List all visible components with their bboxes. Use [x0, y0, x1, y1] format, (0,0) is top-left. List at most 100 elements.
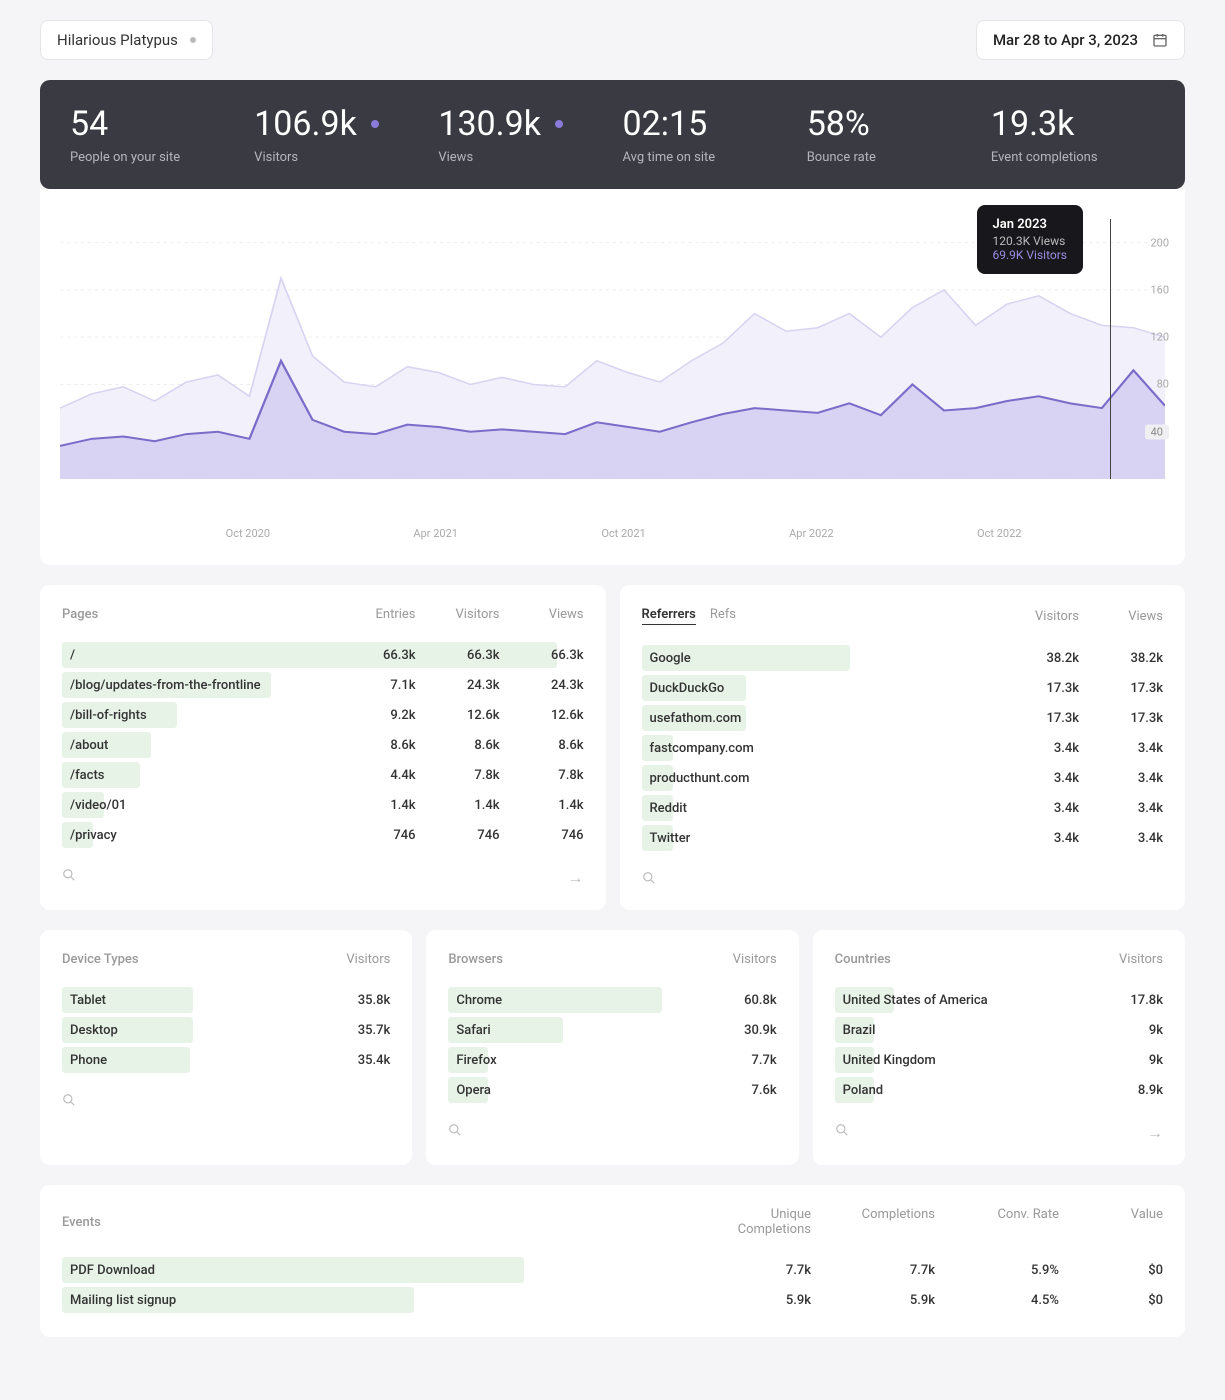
- events-card: Events Unique CompletionsCompletionsConv…: [40, 1185, 1185, 1337]
- metric-value[interactable]: 58%: [807, 104, 971, 144]
- referrer-row[interactable]: Twitter3.4k3.4k: [642, 823, 1164, 853]
- search-icon[interactable]: [642, 871, 656, 885]
- column-header[interactable]: Entries: [356, 607, 416, 622]
- row-value: 66.3k: [440, 648, 500, 663]
- arrow-right-icon[interactable]: →: [568, 868, 584, 888]
- metric-dot-icon: [371, 120, 379, 128]
- tab-refs[interactable]: Refs: [710, 607, 736, 625]
- column-header[interactable]: Visitors: [440, 607, 500, 622]
- metric-value[interactable]: 02:15: [623, 104, 787, 144]
- referrer-row[interactable]: Reddit3.4k3.4k: [642, 793, 1164, 823]
- metric-dot-icon: [555, 120, 563, 128]
- referrer-row[interactable]: Google38.2k38.2k: [642, 643, 1164, 673]
- metric-label: People on your site: [70, 150, 234, 165]
- event-row[interactable]: Mailing list signup5.9k5.9k4.5%$0: [62, 1285, 1163, 1315]
- search-icon[interactable]: [835, 1123, 849, 1143]
- row-value: 5.9k: [711, 1293, 811, 1308]
- calendar-icon: [1152, 32, 1168, 48]
- x-tick: Apr 2022: [789, 527, 834, 540]
- row-label: Brazil: [835, 1023, 876, 1038]
- page-row[interactable]: /66.3k66.3k66.3k: [62, 640, 584, 670]
- search-icon[interactable]: [62, 868, 76, 888]
- arrow-right-icon[interactable]: →: [1147, 1123, 1163, 1143]
- row-value: 35.8k: [330, 993, 390, 1008]
- country-row[interactable]: Brazil9k: [835, 1015, 1163, 1045]
- page-row[interactable]: /bill-of-rights9.2k12.6k12.6k: [62, 700, 584, 730]
- metric-label: Event completions: [991, 150, 1155, 165]
- page-row[interactable]: /facts4.4k7.8k7.8k: [62, 760, 584, 790]
- page-row[interactable]: /privacy746746746: [62, 820, 584, 850]
- column-header[interactable]: Value: [1083, 1207, 1163, 1237]
- metric-value[interactable]: 54: [70, 104, 234, 144]
- column-header[interactable]: Views: [1103, 609, 1163, 624]
- metric-value[interactable]: 19.3k: [991, 104, 1155, 144]
- row-value: 24.3k: [524, 678, 584, 693]
- page-row[interactable]: /video/011.4k1.4k1.4k: [62, 790, 584, 820]
- row-label: Firefox: [448, 1053, 496, 1068]
- metric-value[interactable]: 130.9k: [438, 104, 602, 144]
- column-header[interactable]: Conv. Rate: [959, 1207, 1059, 1237]
- referrer-row[interactable]: producthunt.com3.4k3.4k: [642, 763, 1164, 793]
- row-value: 4.5%: [959, 1293, 1059, 1308]
- summary-bar: 54People on your site106.9kVisitors130.9…: [40, 80, 1185, 189]
- row-label: Phone: [62, 1053, 107, 1068]
- row-value: 746: [356, 828, 416, 843]
- tooltip-views: 120.3K Views: [993, 234, 1067, 248]
- row-label: /privacy: [62, 828, 117, 843]
- row-label: Safari: [448, 1023, 490, 1038]
- browser-row[interactable]: Firefox7.7k: [448, 1045, 776, 1075]
- row-label: Tablet: [62, 993, 106, 1008]
- referrer-row[interactable]: usefathom.com17.3k17.3k: [642, 703, 1164, 733]
- row-value: 3.4k: [1103, 801, 1163, 816]
- page-row[interactable]: /about8.6k8.6k8.6k: [62, 730, 584, 760]
- traffic-chart-card: 2001601208040 Jan 2023 120.3K Views 69.9…: [40, 189, 1185, 565]
- row-label: DuckDuckGo: [642, 681, 725, 696]
- browser-row[interactable]: Safari30.9k: [448, 1015, 776, 1045]
- site-name: Hilarious Platypus: [57, 31, 178, 49]
- row-value: 3.4k: [1019, 801, 1079, 816]
- x-tick: Apr 2021: [413, 527, 458, 540]
- metric-value[interactable]: 106.9k: [254, 104, 418, 144]
- row-label: /blog/updates-from-the-frontline: [62, 678, 261, 693]
- row-value: 35.7k: [330, 1023, 390, 1038]
- device-row[interactable]: Phone35.4k: [62, 1045, 390, 1075]
- y-tick: 80: [1157, 378, 1169, 391]
- row-value: 3.4k: [1103, 741, 1163, 756]
- tooltip-title: Jan 2023: [993, 217, 1067, 232]
- row-value: 9k: [1103, 1053, 1163, 1068]
- row-value: 9.2k: [356, 708, 416, 723]
- browsers-title: Browsers: [448, 952, 503, 967]
- column-header[interactable]: Views: [524, 607, 584, 622]
- event-row[interactable]: PDF Download7.7k7.7k5.9%$0: [62, 1255, 1163, 1285]
- row-value: 17.3k: [1019, 681, 1079, 696]
- country-row[interactable]: Poland8.9k: [835, 1075, 1163, 1105]
- search-icon[interactable]: [448, 1123, 462, 1137]
- country-row[interactable]: United States of America17.8k: [835, 985, 1163, 1015]
- countries-title: Countries: [835, 952, 891, 967]
- device-row[interactable]: Desktop35.7k: [62, 1015, 390, 1045]
- row-label: Opera: [448, 1083, 491, 1098]
- column-header[interactable]: Completions: [835, 1207, 935, 1237]
- referrer-row[interactable]: fastcompany.com3.4k3.4k: [642, 733, 1164, 763]
- row-label: Poland: [835, 1083, 883, 1098]
- y-tick: 160: [1150, 283, 1169, 296]
- x-tick: Oct 2020: [226, 527, 270, 540]
- tab-referrers[interactable]: Referrers: [642, 607, 696, 625]
- device-row[interactable]: Tablet 35.8k: [62, 985, 390, 1015]
- site-selector[interactable]: Hilarious Platypus: [40, 20, 213, 60]
- referrer-row[interactable]: DuckDuckGo17.3k17.3k: [642, 673, 1164, 703]
- column-header[interactable]: Unique Completions: [711, 1207, 811, 1237]
- search-icon[interactable]: [62, 1093, 76, 1107]
- y-tick: 200: [1150, 236, 1169, 249]
- date-range-picker[interactable]: Mar 28 to Apr 3, 2023: [976, 20, 1185, 60]
- row-value: $0: [1083, 1293, 1163, 1308]
- page-row[interactable]: /blog/updates-from-the-frontline7.1k24.3…: [62, 670, 584, 700]
- row-label: fastcompany.com: [642, 741, 754, 756]
- browser-row[interactable]: Chrome60.8k: [448, 985, 776, 1015]
- column-header[interactable]: Visitors: [1019, 609, 1079, 624]
- row-value: 7.8k: [440, 768, 500, 783]
- browser-row[interactable]: Opera7.6k: [448, 1075, 776, 1105]
- tooltip-visitors: 69.9K Visitors: [993, 248, 1067, 262]
- row-value: 5.9k: [835, 1293, 935, 1308]
- country-row[interactable]: United Kingdom9k: [835, 1045, 1163, 1075]
